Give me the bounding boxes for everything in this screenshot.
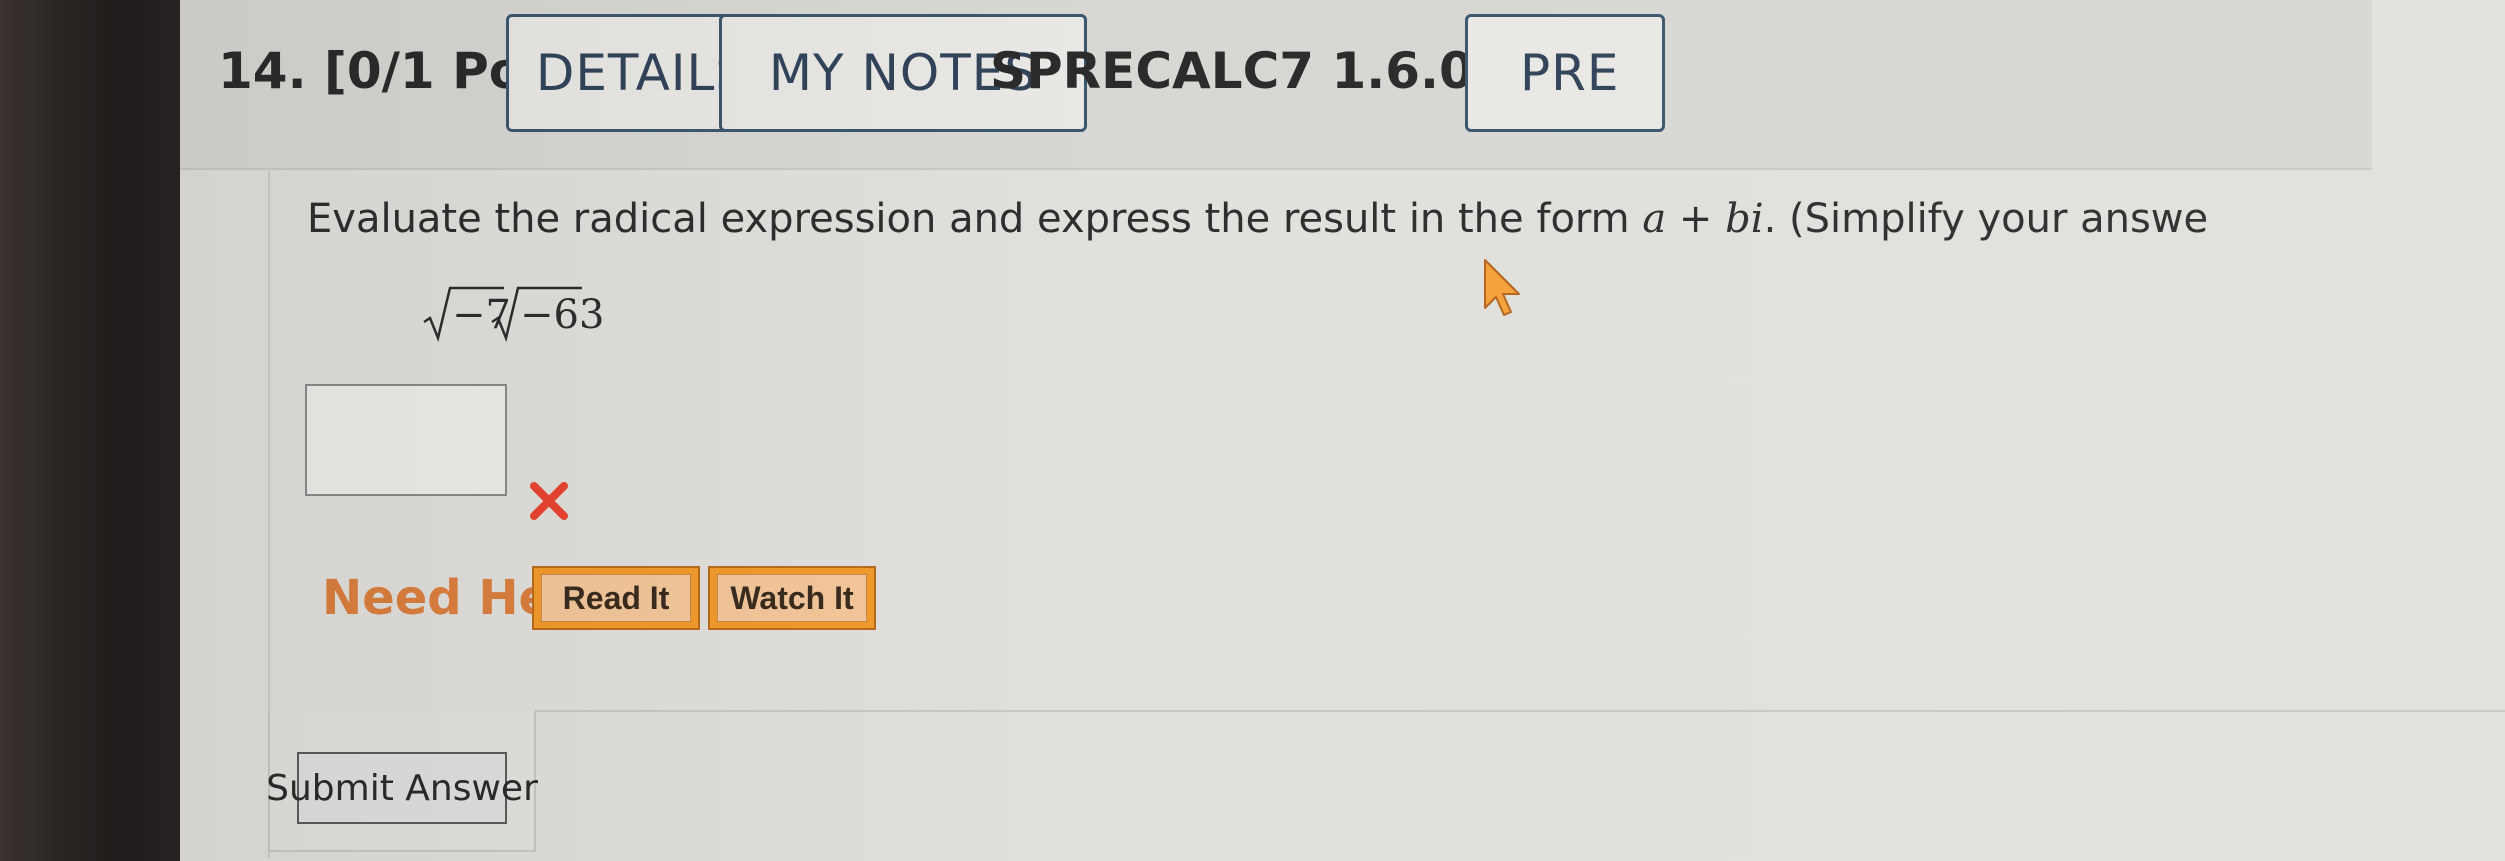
wrong-x-icon bbox=[530, 482, 568, 520]
question-body bbox=[268, 168, 2370, 858]
form-a: a bbox=[1642, 196, 1667, 242]
answer-input[interactable] bbox=[305, 384, 507, 496]
monitor-bezel bbox=[0, 0, 180, 861]
submit-answer-button[interactable]: Submit Answer bbox=[266, 752, 538, 824]
section-divider bbox=[535, 710, 2505, 712]
form-bi: bi bbox=[1725, 196, 1764, 242]
read-it-button[interactable]: Read It bbox=[532, 566, 700, 630]
preview-button[interactable]: PRE bbox=[1465, 14, 1665, 132]
details-label: DETAILS bbox=[535, 44, 749, 102]
radicand-2: −63 bbox=[520, 292, 605, 338]
screen: 14. [0/1 Points] DETAILS MY NOTES SPRECA… bbox=[180, 0, 2505, 861]
form-plus: + bbox=[1666, 196, 1726, 242]
prompt-text-end: . (Simplify your answe bbox=[1763, 196, 2209, 242]
question-number: 14. bbox=[218, 42, 307, 100]
preview-label: PRE bbox=[1520, 44, 1620, 102]
mouse-cursor-icon bbox=[1484, 259, 1520, 316]
watch-it-button[interactable]: Watch It bbox=[708, 566, 876, 630]
read-it-label: Read It bbox=[541, 574, 691, 622]
prompt-text: Evaluate the radical expression and expr… bbox=[307, 196, 1643, 242]
watch-it-label: Watch It bbox=[717, 574, 867, 622]
problem-prompt: Evaluate the radical expression and expr… bbox=[307, 196, 2208, 242]
